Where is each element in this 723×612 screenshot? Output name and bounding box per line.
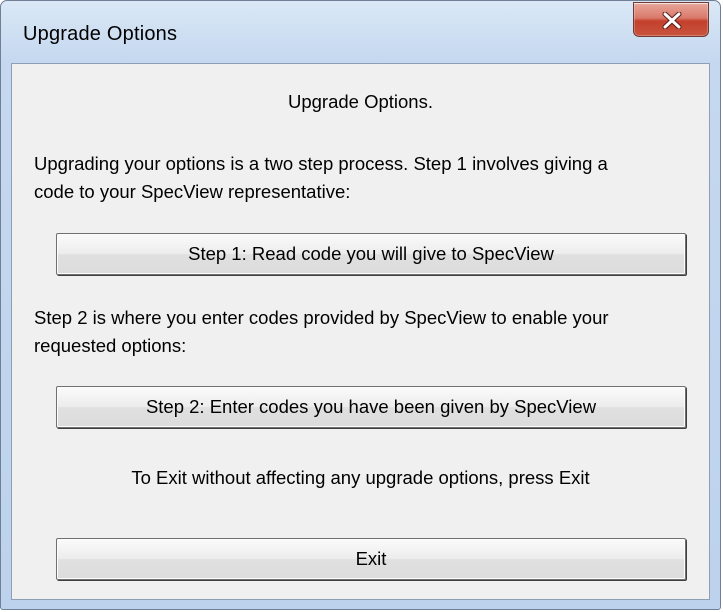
dialog-body: Upgrade Options. Upgrading your options … [11, 63, 710, 600]
dialog-window: Upgrade Options Upgrade Options. Upgradi… [0, 0, 721, 610]
close-button[interactable] [633, 2, 709, 37]
title-bar[interactable]: Upgrade Options [1, 1, 720, 63]
step2-description-line1: Step 2 is where you enter codes provided… [34, 307, 609, 328]
step1-read-code-button[interactable]: Step 1: Read code you will give to SpecV… [56, 233, 686, 275]
step2-enter-codes-button[interactable]: Step 2: Enter codes you have been given … [56, 386, 686, 428]
step2-description-line2: requested options: [34, 335, 187, 356]
exit-note: To Exit without affecting any upgrade op… [131, 467, 590, 488]
close-icon [662, 12, 682, 29]
exit-button[interactable]: Exit [56, 538, 686, 580]
step1-description-line2: code to your SpecView representative: [34, 181, 351, 202]
dialog-heading: Upgrade Options. [287, 91, 433, 112]
step1-description-line1: Upgrading your options is a two step pro… [34, 153, 608, 174]
window-title: Upgrade Options [23, 23, 178, 45]
